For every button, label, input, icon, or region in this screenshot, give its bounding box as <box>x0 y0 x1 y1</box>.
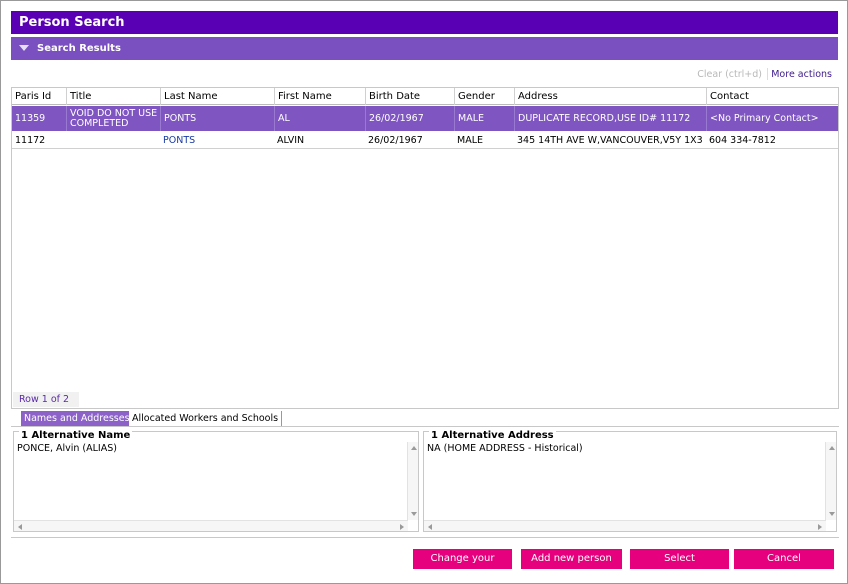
column-header-birth-date[interactable]: Birth Date <box>365 88 454 105</box>
column-header-last-name[interactable]: Last Name <box>160 88 274 105</box>
more-actions-link[interactable]: More actions <box>771 69 832 80</box>
window-title: Person Search <box>11 11 838 34</box>
scroll-up-icon[interactable] <box>411 446 417 450</box>
cell-contact: <No Primary Contact> <box>706 106 838 131</box>
section-label: Search Results <box>37 43 121 54</box>
alternative-name-title: 1 Alternative Name <box>19 430 133 441</box>
vertical-scrollbar[interactable] <box>407 442 418 520</box>
table-row[interactable]: 11172 PONTS ALVIN 26/02/1967 MALE 345 14… <box>12 132 838 149</box>
column-header-gender[interactable]: Gender <box>454 88 514 105</box>
change-your-search-button[interactable]: Change your search <box>413 549 512 584</box>
cell-address: 345 14TH AVE W,VANCOUVER,V5Y 1X3 <box>517 134 703 146</box>
column-header-title[interactable]: Title <box>66 88 160 105</box>
results-grid: Paris Id Title Last Name First Name Birt… <box>11 87 839 409</box>
grid-header: Paris Id Title Last Name First Name Birt… <box>12 88 838 105</box>
cell-title <box>66 132 160 148</box>
column-header-first-name[interactable]: First Name <box>274 88 365 105</box>
cell-address: DUPLICATE RECORD,USE ID# 11172 <box>514 106 706 131</box>
vertical-scrollbar[interactable] <box>825 442 836 520</box>
column-header-contact[interactable]: Contact <box>706 88 838 105</box>
scroll-down-icon[interactable] <box>829 512 835 516</box>
cell-first-name: ALVIN <box>277 134 305 146</box>
cell-contact: 604 334-7812 <box>709 134 776 146</box>
scroll-right-icon[interactable] <box>818 524 822 530</box>
footer-divider <box>11 537 839 538</box>
alternative-name-value: PONCE, Alvin (ALIAS) <box>17 443 117 454</box>
horizontal-scrollbar[interactable] <box>14 520 408 531</box>
column-header-paris-id[interactable]: Paris Id <box>12 88 66 105</box>
add-new-person-button[interactable]: Add new person <box>521 549 622 569</box>
scroll-down-icon[interactable] <box>411 512 417 516</box>
alternative-address-pane: 1 Alternative Address NA (HOME ADDRESS -… <box>423 430 837 532</box>
alternative-name-pane: 1 Alternative Name PONCE, Alvin (ALIAS) <box>13 430 419 532</box>
detail-tabs: Names and Addresses Allocated Workers an… <box>11 411 839 427</box>
select-button[interactable]: Select <box>630 549 729 569</box>
cell-birth-date: 26/02/1967 <box>365 106 454 131</box>
alternative-address-title: 1 Alternative Address <box>429 430 556 441</box>
scroll-right-icon[interactable] <box>400 524 404 530</box>
person-search-window: Person Search Search Results Clear (ctrl… <box>0 0 848 584</box>
cell-paris-id: 11172 <box>15 134 46 146</box>
cell-first-name: AL <box>274 106 365 131</box>
scroll-up-icon[interactable] <box>829 446 835 450</box>
search-results-section-header[interactable]: Search Results <box>11 37 838 60</box>
cancel-button[interactable]: Cancel <box>734 549 834 569</box>
cell-gender: MALE <box>457 134 483 146</box>
results-toolbar: Clear (ctrl+d) More actions <box>11 67 838 83</box>
cell-paris-id: 11359 <box>15 113 46 124</box>
scroll-left-icon[interactable] <box>18 524 22 530</box>
tab-allocated-workers-and-schools[interactable]: Allocated Workers and Schools <box>129 411 283 426</box>
alternative-address-value: NA (HOME ADDRESS - Historical) <box>427 443 583 454</box>
row-count: Row 1 of 2 <box>13 392 79 407</box>
clear-link[interactable]: Clear (ctrl+d) <box>697 69 762 80</box>
cell-title: VOID DO NOT USE COMPLETED <box>66 106 160 131</box>
horizontal-scrollbar[interactable] <box>424 520 826 531</box>
cell-last-name[interactable]: PONTS <box>160 132 274 148</box>
tab-names-and-addresses[interactable]: Names and Addresses <box>21 411 133 426</box>
column-header-address[interactable]: Address <box>514 88 706 105</box>
cell-gender: MALE <box>454 106 514 131</box>
cell-last-name[interactable]: PONTS <box>160 106 274 131</box>
scroll-left-icon[interactable] <box>428 524 432 530</box>
toolbar-divider <box>767 68 768 80</box>
collapse-triangle-icon[interactable] <box>19 45 29 51</box>
table-row[interactable]: 11359 VOID DO NOT USE COMPLETED PONTS AL… <box>12 106 838 131</box>
cell-birth-date: 26/02/1967 <box>368 134 423 146</box>
